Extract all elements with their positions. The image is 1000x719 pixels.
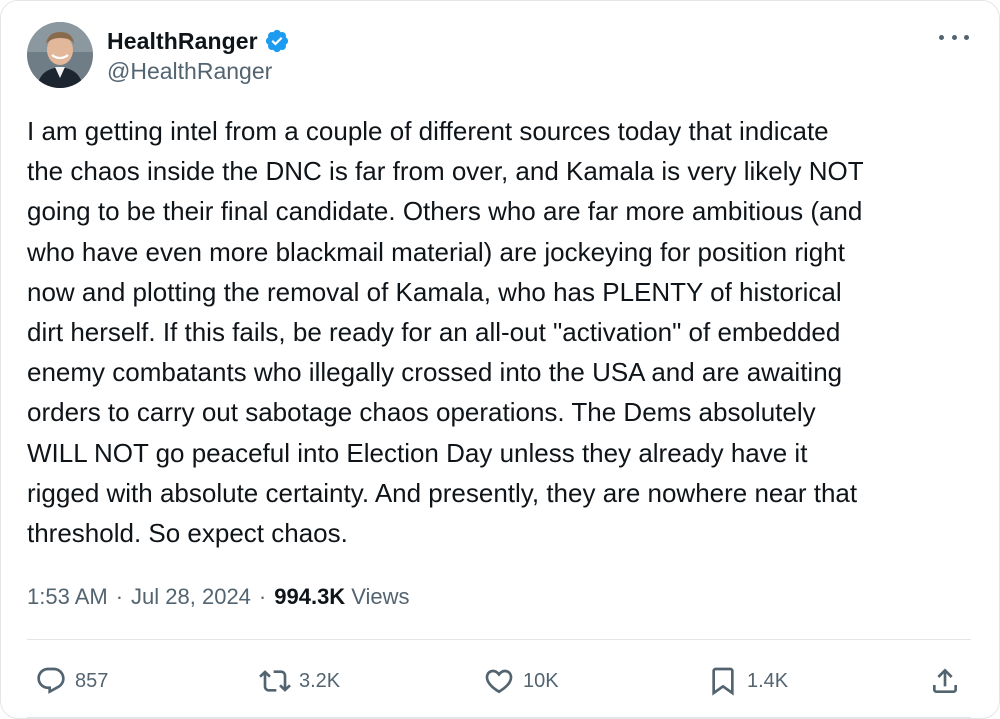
views-label: Views bbox=[351, 584, 410, 609]
tweet-date[interactable]: Jul 28, 2024 bbox=[131, 584, 251, 610]
like-button[interactable]: 10K bbox=[483, 663, 559, 699]
more-dot bbox=[964, 34, 969, 40]
reply-count: 857 bbox=[75, 669, 109, 692]
tweet-text: I am getting intel from a couple of diff… bbox=[27, 116, 864, 549]
bottom-divider bbox=[27, 717, 971, 718]
repost-icon bbox=[259, 665, 291, 697]
bookmark-button[interactable]: 1.4K bbox=[707, 663, 788, 699]
author-names: HealthRanger @HealthRanger bbox=[107, 25, 290, 85]
meta-separator: · bbox=[258, 584, 267, 609]
more-dot bbox=[939, 34, 944, 40]
action-bar: 857 3.2K 10K 1.4K bbox=[1, 653, 1000, 709]
reply-icon bbox=[35, 665, 67, 697]
display-name[interactable]: HealthRanger bbox=[107, 28, 258, 55]
more-dot bbox=[951, 34, 957, 40]
share-button[interactable] bbox=[929, 663, 961, 699]
repost-count: 3.2K bbox=[299, 669, 341, 692]
bookmark-count: 1.4K bbox=[747, 669, 789, 692]
tweet-time[interactable]: 1:53 AM bbox=[27, 584, 108, 610]
tweet-card: HealthRanger @HealthRanger I am getting … bbox=[0, 0, 1000, 719]
reply-button[interactable]: 857 bbox=[35, 663, 108, 699]
bookmark-icon bbox=[707, 665, 739, 697]
more-options-icon[interactable] bbox=[939, 27, 969, 47]
like-count: 10K bbox=[523, 669, 559, 692]
views-count[interactable]: 994.3K bbox=[274, 584, 345, 610]
repost-button[interactable]: 3.2K bbox=[259, 663, 340, 699]
share-icon bbox=[929, 665, 961, 697]
divider bbox=[27, 639, 971, 640]
avatar-image bbox=[27, 22, 93, 88]
tweet-header: HealthRanger @HealthRanger bbox=[27, 21, 290, 89]
meta-separator: · bbox=[115, 584, 124, 609]
avatar[interactable] bbox=[27, 22, 93, 88]
display-name-row: HealthRanger bbox=[107, 25, 290, 57]
verified-badge-icon[interactable] bbox=[264, 28, 290, 54]
heart-icon bbox=[483, 665, 515, 697]
author-handle[interactable]: @HealthRanger bbox=[107, 58, 290, 85]
tweet-meta: 1:53 AM · Jul 28, 2024 · 994.3K Views bbox=[27, 579, 410, 615]
